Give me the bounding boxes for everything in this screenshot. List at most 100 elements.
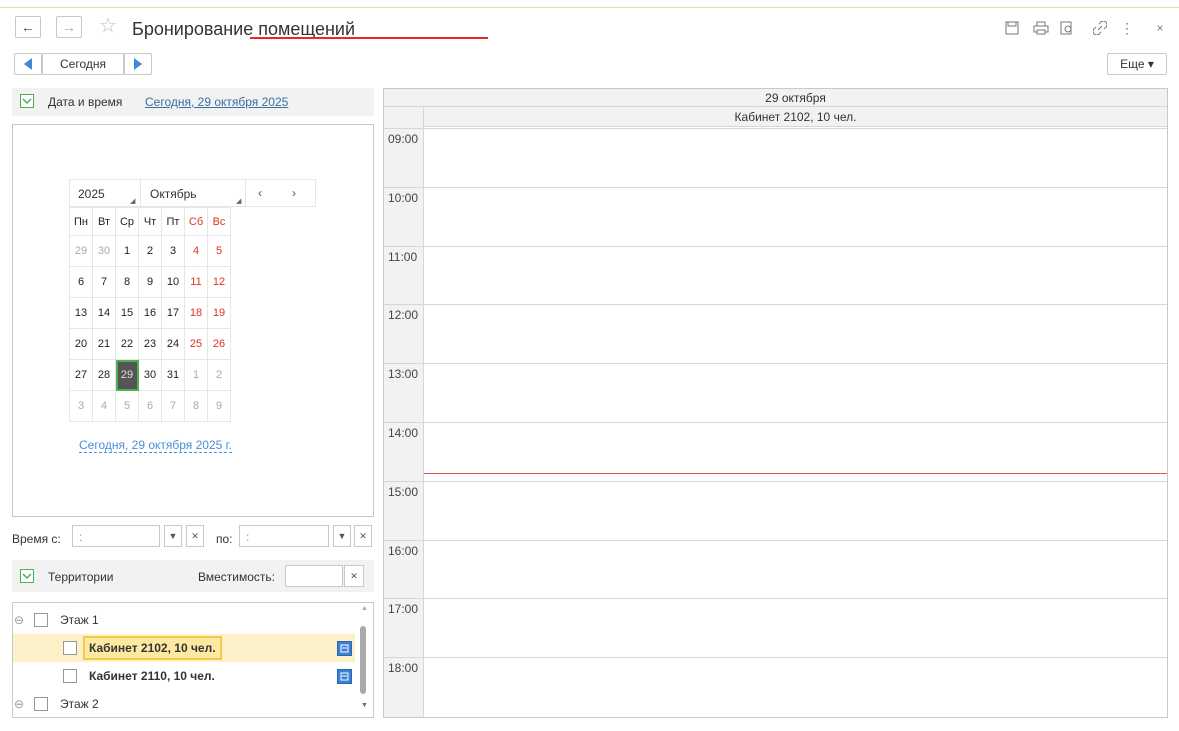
year-dropdown-icon[interactable]: ◢ xyxy=(130,197,135,205)
calendar-day[interactable]: 3 xyxy=(69,390,93,422)
checkbox[interactable] xyxy=(34,697,48,711)
time-to-input[interactable]: : xyxy=(239,525,329,547)
close-icon[interactable]: × xyxy=(1151,19,1169,37)
calendar-day[interactable]: 13 xyxy=(69,297,93,329)
tree-item-room-2110[interactable]: Кабинет 2110, 10 чел. xyxy=(12,662,372,690)
hour-row[interactable] xyxy=(384,304,1167,305)
checkbox[interactable] xyxy=(63,669,77,683)
date-group-toggle[interactable] xyxy=(20,94,34,108)
calendar-day[interactable]: 4 xyxy=(92,390,116,422)
capacity-clear[interactable]: ✕ xyxy=(344,565,364,587)
hour-row[interactable] xyxy=(384,481,1167,482)
checkbox[interactable] xyxy=(34,613,48,627)
calendar-day[interactable]: 30 xyxy=(138,359,162,391)
hour-row[interactable] xyxy=(384,246,1167,247)
hour-row[interactable] xyxy=(384,128,1167,129)
date-group-today-link[interactable]: Сегодня, 29 октября 2025 xyxy=(145,95,288,109)
print-icon[interactable] xyxy=(1032,19,1050,37)
calendar-day[interactable]: 6 xyxy=(138,390,162,422)
today-button[interactable]: Сегодня xyxy=(42,53,124,75)
collapse-icon[interactable]: ⊖ xyxy=(14,697,26,711)
hour-row[interactable] xyxy=(384,540,1167,541)
calendar-day[interactable]: 19 xyxy=(207,297,231,329)
checkbox[interactable] xyxy=(63,641,77,655)
calendar-day[interactable]: 3 xyxy=(161,235,185,267)
next-month-icon[interactable]: › xyxy=(292,186,296,200)
capacity-input[interactable] xyxy=(285,565,343,587)
tree-scrollbar-thumb[interactable] xyxy=(360,626,366,694)
calendar-day[interactable]: 1 xyxy=(184,359,208,391)
scroll-down-icon[interactable]: ▼ xyxy=(361,702,368,709)
tree-item-room-2102[interactable]: Кабинет 2102, 10 чел. xyxy=(12,634,372,662)
calendar-day[interactable]: 9 xyxy=(138,266,162,298)
star-icon[interactable]: ☆ xyxy=(99,15,117,37)
more-button[interactable]: Еще ▾ xyxy=(1107,53,1167,75)
calendar-day[interactable]: 23 xyxy=(138,328,162,360)
more-vertical-icon[interactable]: ⋮ xyxy=(1118,19,1136,37)
collapse-icon[interactable]: ⊖ xyxy=(14,613,26,627)
hour-row[interactable] xyxy=(384,422,1167,423)
calendar-day[interactable]: 7 xyxy=(161,390,185,422)
hour-row[interactable] xyxy=(384,187,1167,188)
tree-item-floor-1[interactable]: ⊖ Этаж 1 xyxy=(12,606,372,634)
save-icon[interactable] xyxy=(1003,19,1021,37)
calendar-day[interactable]: 17 xyxy=(161,297,185,329)
back-button[interactable]: ← xyxy=(15,16,41,38)
time-from-input[interactable]: : xyxy=(72,525,160,547)
calendar-day[interactable]: 22 xyxy=(115,328,139,360)
time-from-dropdown[interactable]: ▼ xyxy=(164,525,182,547)
calendar-day[interactable]: 5 xyxy=(115,390,139,422)
calendar-day[interactable]: 1 xyxy=(115,235,139,267)
time-from-clear[interactable]: ✕ xyxy=(186,525,204,547)
calendar-day[interactable]: 15 xyxy=(115,297,139,329)
calendar-day[interactable]: 25 xyxy=(184,328,208,360)
territories-group-toggle[interactable] xyxy=(20,569,34,583)
calendar-day[interactable]: 10 xyxy=(161,266,185,298)
calendar-day[interactable]: 8 xyxy=(115,266,139,298)
scroll-up-icon[interactable]: ▲ xyxy=(361,605,368,612)
time-to-clear[interactable]: ✕ xyxy=(354,525,372,547)
calendar-day[interactable]: 5 xyxy=(207,235,231,267)
calendar-day[interactable]: 28 xyxy=(92,359,116,391)
calendar-day[interactable]: 7 xyxy=(92,266,116,298)
hour-row[interactable] xyxy=(384,657,1167,658)
calendar-day[interactable]: 2 xyxy=(138,235,162,267)
next-day-button[interactable] xyxy=(124,53,152,75)
calendar-month[interactable]: Октябрь xyxy=(150,187,197,201)
forward-button[interactable]: → xyxy=(56,16,82,38)
calendar-day[interactable]: 4 xyxy=(184,235,208,267)
calendar-day[interactable]: 20 xyxy=(69,328,93,360)
calendar-today-link[interactable]: Сегодня, 29 октября 2025 г. xyxy=(79,438,232,453)
calendar-day[interactable]: 9 xyxy=(207,390,231,422)
calendar-day[interactable]: 12 xyxy=(207,266,231,298)
calendar-day[interactable]: 31 xyxy=(161,359,185,391)
calendar-day[interactable]: 18 xyxy=(184,297,208,329)
calendar-year[interactable]: 2025 xyxy=(78,187,105,201)
preview-icon[interactable] xyxy=(1058,19,1076,37)
calendar-day[interactable]: 30 xyxy=(92,235,116,267)
calendar-day-selected[interactable]: 29 xyxy=(115,359,139,391)
calendar-day[interactable]: 16 xyxy=(138,297,162,329)
calendar-day[interactable]: 29 xyxy=(69,235,93,267)
calendar-day[interactable]: 26 xyxy=(207,328,231,360)
calendar-divider xyxy=(140,179,141,207)
schedule-room-header[interactable]: Кабинет 2102, 10 чел. xyxy=(424,110,1167,124)
calendar-day[interactable]: 8 xyxy=(184,390,208,422)
calendar-day[interactable]: 2 xyxy=(207,359,231,391)
hour-row[interactable] xyxy=(384,363,1167,364)
calendar-day[interactable]: 24 xyxy=(161,328,185,360)
current-time-indicator xyxy=(424,473,1167,474)
tree-item-floor-2[interactable]: ⊖ Этаж 2 xyxy=(12,690,372,718)
calendar-day[interactable]: 21 xyxy=(92,328,116,360)
link-icon[interactable] xyxy=(1091,19,1109,37)
time-to-dropdown[interactable]: ▼ xyxy=(333,525,351,547)
calendar-day[interactable]: 6 xyxy=(69,266,93,298)
calendar-week: 3 4 5 6 7 8 9 xyxy=(69,390,231,422)
prev-day-button[interactable] xyxy=(14,53,42,75)
prev-month-icon[interactable]: ‹ xyxy=(258,186,262,200)
calendar-day[interactable]: 27 xyxy=(69,359,93,391)
month-dropdown-icon[interactable]: ◢ xyxy=(236,197,241,205)
hour-row[interactable] xyxy=(384,598,1167,599)
calendar-day[interactable]: 14 xyxy=(92,297,116,329)
calendar-day[interactable]: 11 xyxy=(184,266,208,298)
